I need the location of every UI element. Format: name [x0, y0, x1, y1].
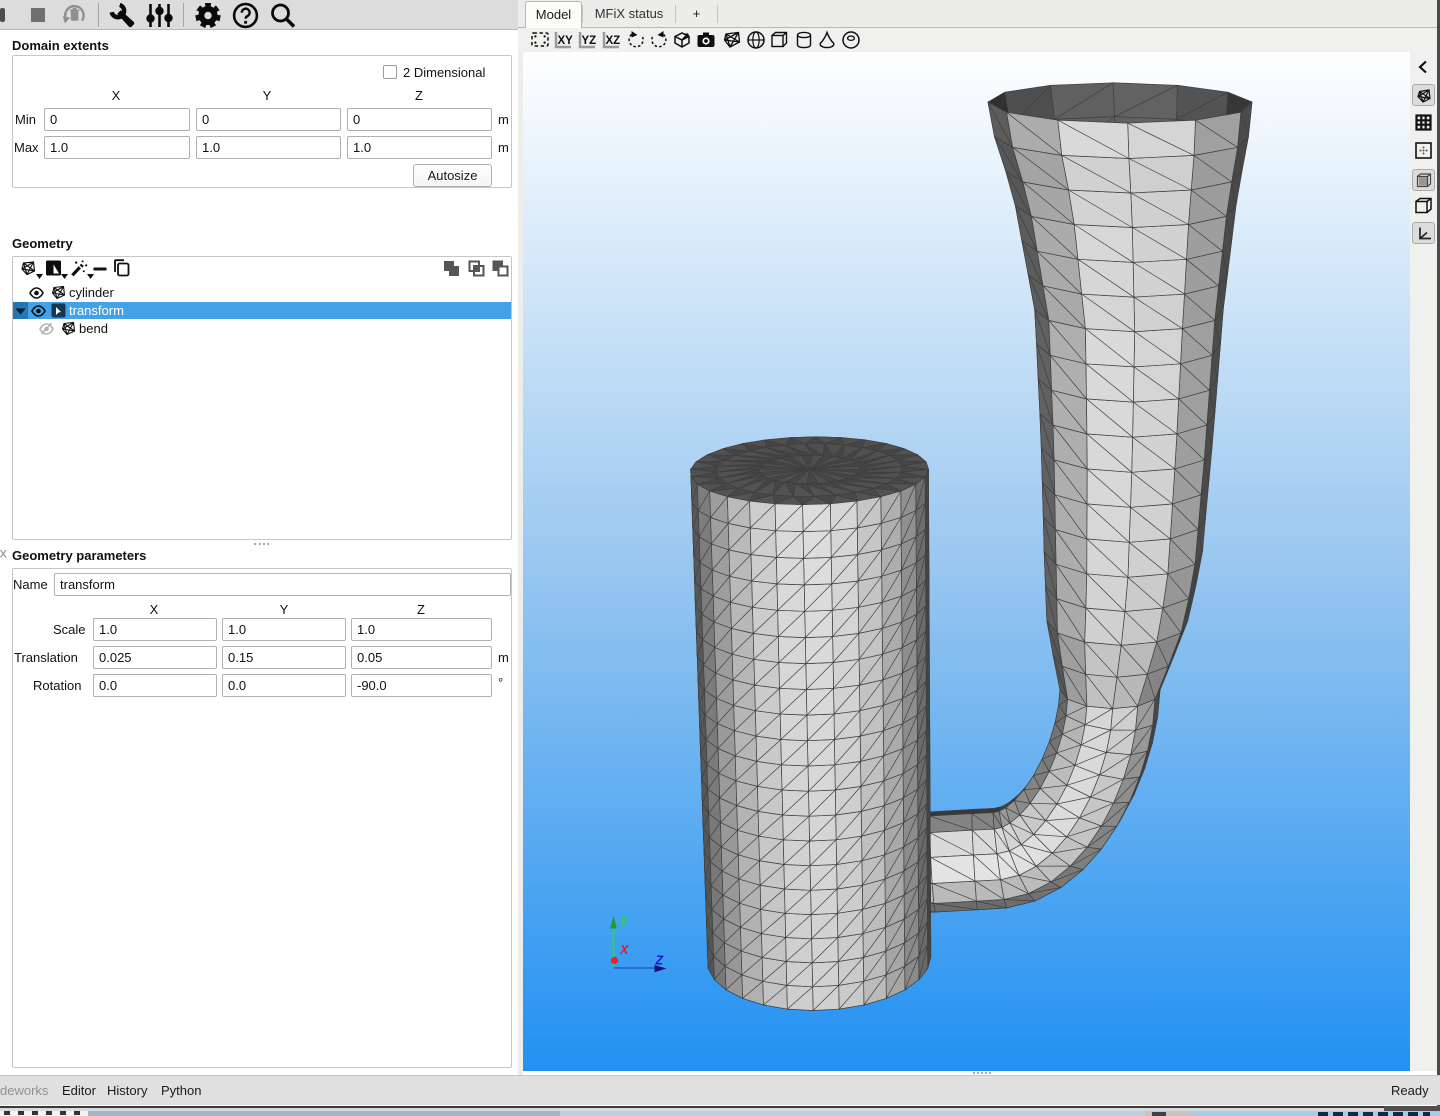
svg-text:Z: Z: [655, 954, 665, 968]
svg-text:Y: Y: [620, 916, 630, 930]
svg-text:YZ: YZ: [582, 35, 597, 47]
svg-text:X: X: [619, 943, 629, 957]
svg-text:XZ: XZ: [606, 35, 621, 47]
svg-text:XY: XY: [558, 35, 574, 47]
